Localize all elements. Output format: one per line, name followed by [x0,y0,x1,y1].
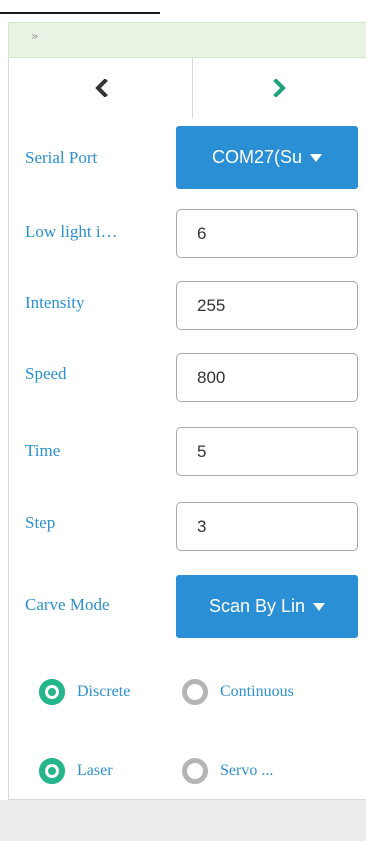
radio-dot-icon [39,679,65,705]
radio-servo[interactable]: Servo ... [182,758,273,784]
radio-selected-icon [39,758,65,784]
low-light-input[interactable] [176,209,358,258]
radio-laser[interactable]: Laser [39,758,113,784]
chevron-right-icon [272,79,286,97]
time-input[interactable] [176,427,358,476]
radio-label-continuous: Continuous [220,683,294,700]
intensity-input[interactable] [176,281,358,330]
radio-continuous[interactable]: Continuous [182,679,294,705]
serial-port-select[interactable]: COM27(Su [176,126,358,189]
step-input[interactable] [176,502,358,551]
carve-mode-value: Scan By Lin [208,596,306,616]
radio-unselected-icon [182,758,208,784]
intensity-label: Intensity [25,293,85,312]
laser-control-panel: » Serial Port COM27(Su Low light i… Inte… [0,0,366,841]
radio-selected-icon [39,679,65,705]
low-light-label: Low light i… [25,222,118,241]
speed-label: Speed [25,364,67,383]
carve-mode-label: Carve Mode [25,595,110,614]
radio-dot-icon [39,758,65,784]
caret-down-icon [310,153,323,162]
speed-input[interactable] [176,353,358,402]
footer-bar [0,800,366,841]
radio-label-discrete: Discrete [77,683,131,700]
panel-header: » [8,22,366,58]
top-strip [0,0,366,14]
tab-next[interactable] [193,58,366,118]
chevron-left-icon [94,79,108,97]
radio-discrete[interactable]: Discrete [39,679,130,705]
nav-tabs [9,58,366,118]
radio-unselected-icon [182,679,208,705]
carve-mode-select[interactable]: Scan By Lin [176,575,358,638]
radio-label-servo: Servo ... [220,762,274,779]
serial-port-label: Serial Port [25,148,98,167]
radio-label-laser: Laser [77,762,113,779]
tab-prev[interactable] [9,58,193,118]
step-label: Step [25,513,56,532]
caret-down-icon [313,602,326,611]
time-label: Time [25,441,61,460]
collapse-toggle[interactable]: » [31,29,38,43]
divider [0,12,160,14]
serial-port-value: COM27(Su [211,147,303,167]
